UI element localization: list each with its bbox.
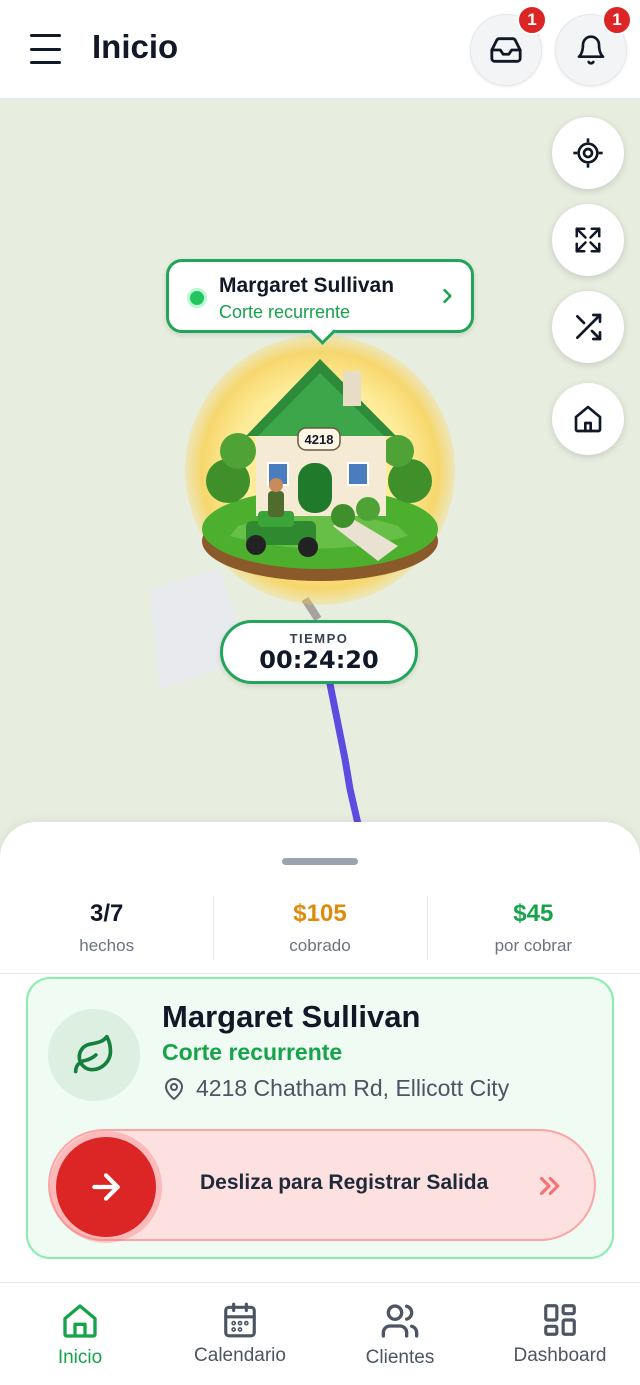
calendar-icon [224,1302,256,1338]
slider-knob[interactable] [56,1137,156,1237]
bottom-nav: Inicio Calendario Clientes Dashboard [0,1282,640,1385]
nav-label: Clientes [365,1347,435,1368]
stat-label: por cobrar [494,936,573,955]
shuffle-button[interactable] [552,291,624,363]
nav-dashboard[interactable]: Dashboard [480,1283,640,1385]
bottom-sheet: 3/7 hechos $105 cobrado $45 por cobrar M… [0,822,640,1292]
nav-label: Inicio [57,1347,103,1368]
stat-label: hechos [79,936,135,955]
stat-label: cobrado [289,936,351,955]
current-job-card[interactable]: Margaret Sullivan Corte recurrente 4218 … [26,977,614,1259]
dashboard-icon [544,1304,576,1336]
arrow-right-icon [92,1173,120,1201]
nav-calendario[interactable]: Calendario [160,1283,320,1385]
stat-pending: $45 por cobrar [426,894,640,973]
app-header: Inicio 1 1 [0,0,640,99]
inbox-button[interactable]: 1 [470,5,547,86]
stat-done: 3/7 hechos [0,894,213,973]
expand-button[interactable] [552,204,624,276]
menu-line [30,61,61,64]
nav-inicio[interactable]: Inicio [0,1283,160,1385]
home-map-button[interactable] [552,383,624,455]
expand-icon [575,227,601,253]
sheet-handle[interactable] [282,858,358,865]
crosshair-icon [573,138,603,168]
slider-label: Desliza para Registrar Salida [200,1171,489,1194]
inbox-icon [490,37,522,63]
house-number: 4218 [305,432,334,447]
service-avatar [48,1009,140,1101]
timer-value: 00:24:20 [259,646,379,674]
nav-label: Dashboard [513,1345,607,1366]
page-title: Inicio [92,28,179,65]
menu-button[interactable] [26,30,66,68]
checkout-slider[interactable]: Desliza para Registrar Salida [48,1129,596,1241]
client-name: Margaret Sullivan [162,999,421,1034]
users-icon [381,1304,419,1338]
stat-value: $105 [293,900,347,927]
callout-name: Margaret Sullivan [219,274,395,297]
nav-label: Calendario [194,1345,286,1366]
stat-value: $45 [513,900,554,927]
house-illustration[interactable]: 4218 [198,351,442,591]
service-type: Corte recurrente [162,1039,343,1065]
stat-value: 3/7 [89,900,124,927]
map-pin-icon [165,1077,183,1100]
chevron-right-icon [443,288,452,304]
callout-subtitle: Corte recurrente [219,302,351,322]
status-dot [187,288,207,308]
notifications-badge: 1 [602,5,632,35]
menu-line [30,47,61,51]
map-view[interactable]: 4218 Margaret Sullivan Corte recurrente … [0,99,640,859]
double-chevron-right-icon [539,1176,560,1196]
address-text: 4218 Chatham Rd, Ellicott City [196,1075,510,1101]
notifications-button[interactable]: 1 [555,5,632,86]
timer-pill: TIEMPO 00:24:20 [220,620,418,684]
locate-button[interactable] [552,117,624,189]
home-icon [574,405,602,433]
timer-label: TIEMPO [289,631,349,646]
bell-icon [577,35,605,65]
client-address: 4218 Chatham Rd, Ellicott City [162,1075,509,1102]
shuffle-icon [576,313,602,341]
nav-clientes[interactable]: Clientes [320,1283,480,1385]
stats-row: 3/7 hechos $105 cobrado $45 por cobrar [0,894,640,974]
client-callout[interactable]: Margaret Sullivan Corte recurrente [166,259,474,333]
stat-collected: $105 cobrado [213,894,426,973]
home-icon [63,1304,97,1338]
leaf-icon [73,1034,113,1074]
inbox-badge: 1 [517,5,547,35]
menu-line [30,34,61,37]
